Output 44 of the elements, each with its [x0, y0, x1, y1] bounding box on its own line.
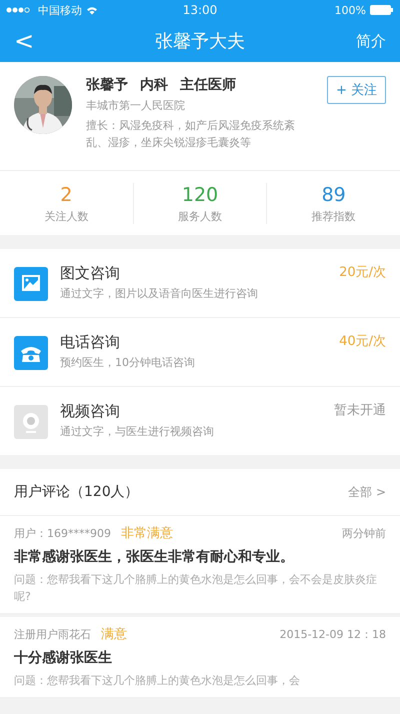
doctor-title: 主任医师: [180, 76, 236, 94]
view-all-link[interactable]: 全部 >: [348, 484, 386, 500]
profile-link[interactable]: 简介: [346, 32, 386, 50]
price-text: 40元/次: [339, 333, 386, 350]
rating-text: 非常满意: [121, 525, 174, 542]
doctor-department: 内科: [140, 76, 168, 94]
option-title: 电话咨询: [60, 332, 121, 352]
option-description: 预约医生，10分钟电话咨询: [60, 355, 196, 370]
stat-label: 推荐指数: [310, 208, 357, 224]
option-description: 通过文字，与医生进行视频咨询: [60, 424, 215, 439]
stat-value: 2: [59, 182, 74, 206]
page-title: 张馨予大夫: [155, 30, 245, 53]
battery-icon: [370, 5, 394, 15]
doctor-name: 张馨予: [86, 76, 128, 94]
reviewer-name: 注册用户雨花石: [14, 626, 91, 642]
question-text: 问题：您帮我看下这几个胳膊上的黄色水泡是怎么回事，会: [14, 673, 301, 689]
review-text: 十分感谢张医生: [14, 649, 113, 667]
option-title: 图文咨询: [60, 263, 121, 283]
stat-value: 120: [180, 182, 220, 206]
stat-label: 服务人数: [177, 208, 223, 224]
follow-button[interactable]: + 关注: [326, 76, 386, 104]
specialty-text: 擅长：风湿免疫科，如产后风湿免疫系统紊乱、湿疹，坐床尖锐湿疹毛囊炎等: [86, 118, 296, 151]
option-title: 视频咨询: [60, 401, 121, 421]
review-text: 非常感谢张医生，张医生非常有耐心和专业。: [14, 548, 295, 566]
section-title: 用户评论（120人）: [14, 483, 139, 501]
question-text: 问题：您帮我看下这几个胳膊上的黄色水泡是怎么回事，会不会是皮肤炎症呢?: [14, 572, 378, 605]
back-button[interactable]: <: [14, 29, 54, 53]
wifi-icon: [86, 6, 98, 14]
consult-option[interactable]: 电话咨询 预约医生，10分钟电话咨询 40元/次: [0, 318, 400, 387]
hospital-name: 丰城市第一人民医院: [86, 98, 186, 114]
review-time: 两分钟前: [342, 526, 386, 540]
option-description: 通过文字，图片以及语音向医生进行咨询: [60, 286, 259, 301]
price-text: 20元/次: [339, 264, 386, 281]
status-text: 暂未开通: [334, 402, 386, 419]
stat-label: 关注人数: [43, 208, 90, 224]
review-time: 2015-12-09 12：18: [280, 626, 386, 642]
rating-text: 满意: [101, 626, 128, 643]
consult-option[interactable]: 视频咨询 通过文字，与医生进行视频咨询 暂未开通: [0, 387, 400, 455]
clock-time: 13:00: [182, 3, 218, 17]
battery-percent: 100%: [334, 4, 366, 16]
reviewer-name: 用户：169****909: [14, 526, 111, 540]
consult-option[interactable]: 图文咨询 通过文字，图片以及语音向医生进行咨询 20元/次: [0, 249, 400, 318]
carrier-name: 中国移动: [38, 2, 82, 18]
stat-value: 89: [320, 182, 347, 206]
